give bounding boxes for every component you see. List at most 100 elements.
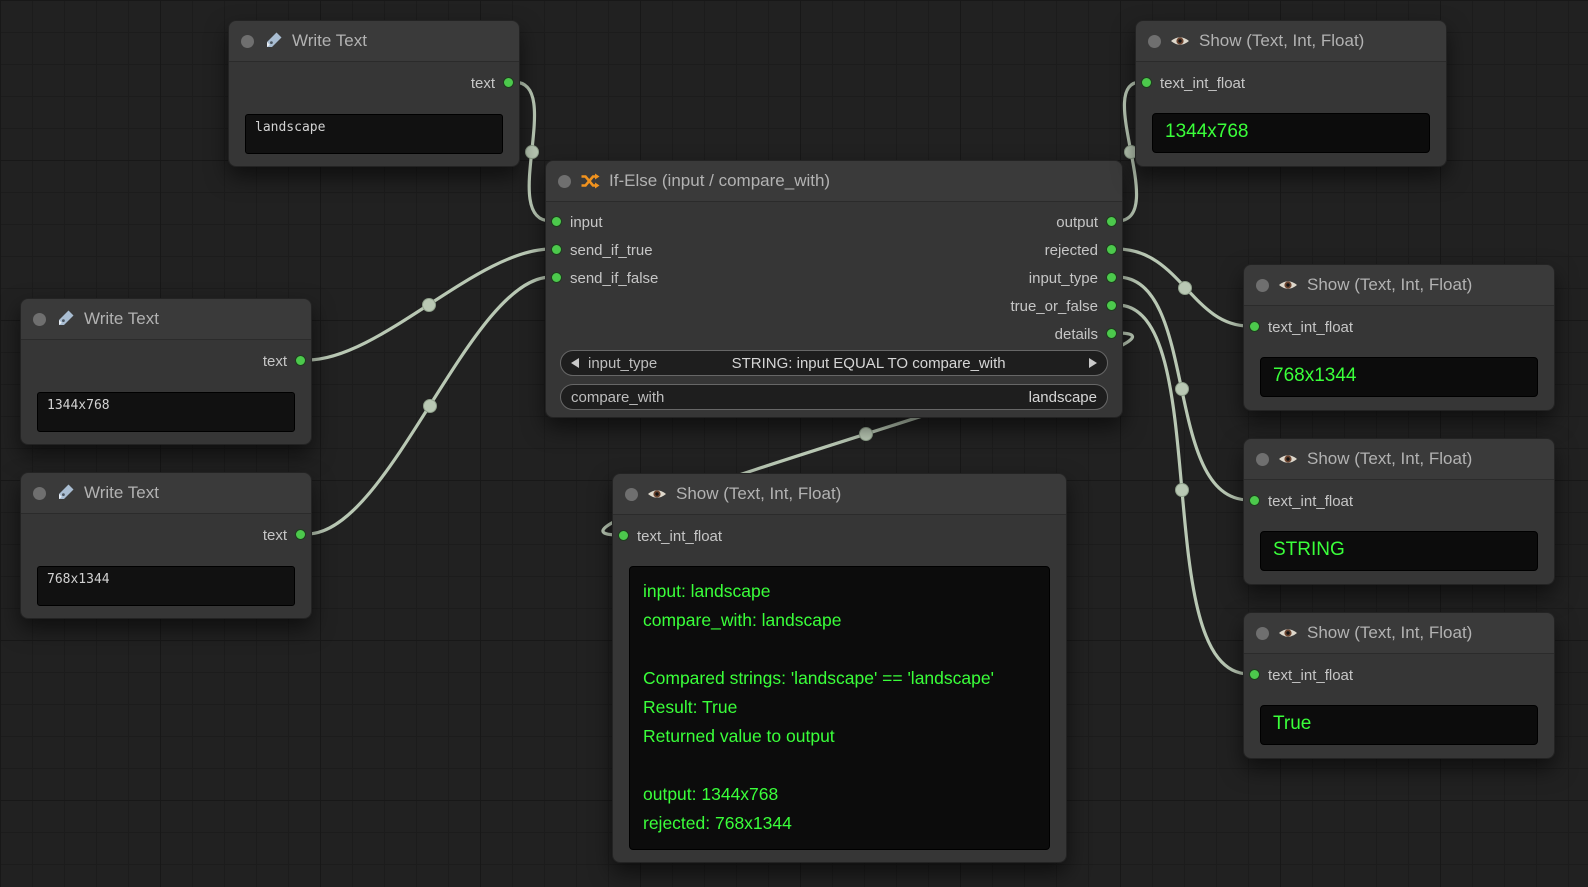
port-dot[interactable]: [1249, 495, 1260, 506]
port-dot[interactable]: [1141, 77, 1152, 88]
port-dot[interactable]: [1106, 216, 1117, 227]
output-port-text: text: [263, 521, 311, 549]
port-label: text_int_float: [1268, 493, 1353, 510]
node-header[interactable]: Show (Text, Int, Float): [613, 474, 1066, 515]
port-dot[interactable]: [1106, 328, 1117, 339]
port-dot[interactable]: [503, 77, 514, 88]
text-value-input[interactable]: 768x1344: [37, 566, 295, 606]
port-dot[interactable]: [1106, 272, 1117, 283]
wire-midpoint-dot: [424, 400, 437, 413]
node-header[interactable]: Show (Text, Int, Float): [1244, 439, 1554, 480]
node-write-text-1[interactable]: Write Text text landscape: [228, 20, 520, 167]
node-show-rejected[interactable]: Show (Text, Int, Float) text_int_float 7…: [1243, 264, 1555, 411]
wire-write3-to-send-if-false: [307, 277, 551, 534]
port-dot[interactable]: [1249, 669, 1260, 680]
collapse-toggle[interactable]: [558, 175, 571, 188]
eye-icon: [647, 484, 667, 504]
output-port-output: output: [1056, 208, 1122, 236]
node-title: Show (Text, Int, Float): [1199, 31, 1364, 51]
port-dot[interactable]: [618, 530, 629, 541]
node-canvas[interactable]: Write Text text landscape Write Text tex…: [0, 0, 1588, 887]
port-label: text_int_float: [1268, 667, 1353, 684]
node-header[interactable]: If-Else (input / compare_with): [546, 161, 1122, 202]
eye-icon: [1278, 623, 1298, 643]
input-port-text-int-float: text_int_float: [1244, 661, 1353, 689]
port-dot[interactable]: [1106, 300, 1117, 311]
node-header[interactable]: Show (Text, Int, Float): [1136, 21, 1446, 62]
input-port-send-if-false: send_if_false: [546, 264, 658, 292]
wire-midpoint-dot: [423, 299, 436, 312]
port-dot[interactable]: [551, 244, 562, 255]
widget-value: landscape: [664, 389, 1097, 406]
output-port-rejected: rejected: [1045, 236, 1122, 264]
input-port-input: input: [546, 208, 603, 236]
wire-rejected-to-show: [1117, 249, 1249, 326]
collapse-toggle[interactable]: [1148, 35, 1161, 48]
node-write-text-2[interactable]: Write Text text 1344x768: [20, 298, 312, 445]
node-header[interactable]: Write Text: [229, 21, 519, 62]
node-show-details[interactable]: Show (Text, Int, Float) text_int_float i…: [612, 473, 1067, 863]
node-title: If-Else (input / compare_with): [609, 171, 830, 191]
node-show-output[interactable]: Show (Text, Int, Float) text_int_float 1…: [1135, 20, 1447, 167]
eye-icon: [1278, 449, 1298, 469]
collapse-toggle[interactable]: [1256, 279, 1269, 292]
node-header[interactable]: Show (Text, Int, Float): [1244, 613, 1554, 654]
port-dot[interactable]: [1249, 321, 1260, 332]
port-label: text_int_float: [1160, 75, 1245, 92]
text-value-input[interactable]: 1344x768: [37, 392, 295, 432]
node-show-input-type[interactable]: Show (Text, Int, Float) text_int_float S…: [1243, 438, 1555, 585]
display-output: input: landscape compare_with: landscape…: [629, 566, 1050, 850]
shuffle-icon: [580, 171, 600, 191]
combo-prev-icon[interactable]: [571, 358, 579, 368]
collapse-toggle[interactable]: [33, 487, 46, 500]
compare-with-input[interactable]: compare_with landscape: [560, 384, 1108, 410]
collapse-toggle[interactable]: [33, 313, 46, 326]
port-label: text: [263, 527, 287, 544]
eye-icon: [1278, 275, 1298, 295]
collapse-toggle[interactable]: [241, 35, 254, 48]
collapse-toggle[interactable]: [625, 488, 638, 501]
node-title: Show (Text, Int, Float): [1307, 275, 1472, 295]
wire-write2-to-send-if-true: [307, 249, 551, 360]
node-header[interactable]: Show (Text, Int, Float): [1244, 265, 1554, 306]
pen-icon: [263, 31, 283, 51]
port-dot[interactable]: [295, 355, 306, 366]
port-dot[interactable]: [551, 272, 562, 283]
display-output: STRING: [1260, 531, 1538, 571]
wire-midpoint-dot: [1176, 383, 1189, 396]
text-value-input[interactable]: landscape: [245, 114, 503, 154]
display-output: True: [1260, 705, 1538, 745]
input-type-combo[interactable]: input_type STRING: input EQUAL TO compar…: [560, 350, 1108, 376]
port-label: input: [570, 214, 603, 231]
node-title: Show (Text, Int, Float): [1307, 449, 1472, 469]
pen-icon: [55, 483, 75, 503]
port-label: send_if_false: [570, 270, 658, 287]
wire-midpoint-dot: [1176, 484, 1189, 497]
node-show-true-or-false[interactable]: Show (Text, Int, Float) text_int_float T…: [1243, 612, 1555, 759]
display-output: 1344x768: [1152, 113, 1430, 153]
port-dot[interactable]: [295, 529, 306, 540]
collapse-toggle[interactable]: [1256, 627, 1269, 640]
output-port-true-or-false: true_or_false: [1010, 292, 1122, 320]
node-header[interactable]: Write Text: [21, 473, 311, 514]
display-output: 768x1344: [1260, 357, 1538, 397]
port-label: input_type: [1029, 270, 1098, 287]
input-port-send-if-true: send_if_true: [546, 236, 653, 264]
node-write-text-3[interactable]: Write Text text 768x1344: [20, 472, 312, 619]
combo-value: STRING: input EQUAL TO compare_with: [657, 355, 1080, 372]
node-header[interactable]: Write Text: [21, 299, 311, 340]
port-label: output: [1056, 214, 1098, 231]
port-label: details: [1055, 326, 1098, 343]
wire-true-or-false-to-show: [1117, 305, 1249, 674]
wire-midpoint-dot: [526, 146, 539, 159]
port-dot[interactable]: [1106, 244, 1117, 255]
node-if-else[interactable]: If-Else (input / compare_with) input sen…: [545, 160, 1123, 418]
output-port-details: details: [1055, 320, 1122, 348]
combo-next-icon[interactable]: [1089, 358, 1097, 368]
port-label: text_int_float: [637, 528, 722, 545]
wire-input-type-to-show: [1117, 277, 1249, 500]
port-label: true_or_false: [1010, 298, 1098, 315]
port-dot[interactable]: [551, 216, 562, 227]
collapse-toggle[interactable]: [1256, 453, 1269, 466]
wire-midpoint-dot: [860, 428, 873, 441]
